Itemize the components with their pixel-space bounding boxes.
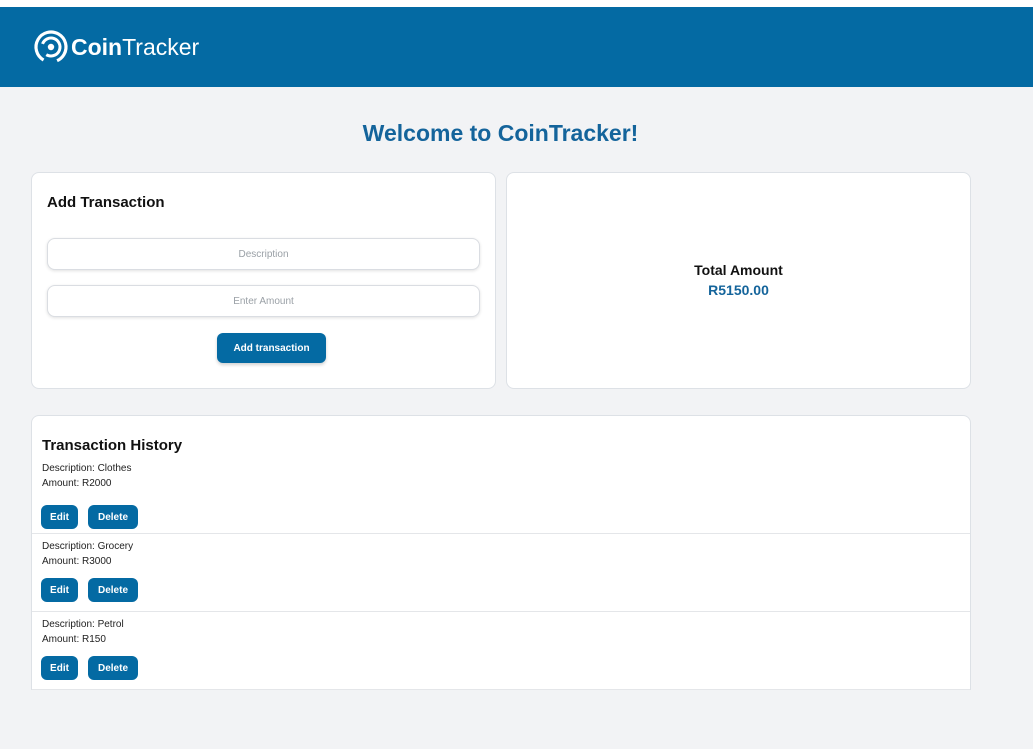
delete-button[interactable]: Delete <box>88 505 138 529</box>
transaction-amount: Amount: R3000 <box>42 556 112 567</box>
transaction-description: Description: Petrol <box>42 619 124 630</box>
delete-button[interactable]: Delete <box>88 578 138 602</box>
app-header: CoinTracker <box>0 7 1033 87</box>
transaction-description: Description: Clothes <box>42 463 132 474</box>
transaction-amount: Amount: R2000 <box>42 478 112 489</box>
edit-button[interactable]: Edit <box>41 505 78 529</box>
brand-name: CoinTracker <box>71 29 199 65</box>
add-transaction-button[interactable]: Add transaction <box>217 333 326 363</box>
amount-input[interactable] <box>47 285 480 317</box>
transaction-amount: Amount: R150 <box>42 634 106 645</box>
edit-button[interactable]: Edit <box>41 656 78 680</box>
total-amount-card: Total Amount R5150.00 <box>506 172 971 389</box>
transaction-item: Description: Clothes Amount: R2000 Edit … <box>32 461 970 534</box>
add-transaction-title: Add Transaction <box>47 194 165 211</box>
transaction-item: Description: Grocery Amount: R3000 Edit … <box>32 534 970 612</box>
coin-spiral-icon <box>33 29 69 65</box>
total-amount-value: R5150.00 <box>708 282 769 298</box>
total-amount-box: Total Amount R5150.00 <box>507 262 970 299</box>
transaction-history-card: Transaction History Description: Clothes… <box>31 415 971 690</box>
transaction-history-title: Transaction History <box>42 437 183 454</box>
transaction-item: Description: Petrol Amount: R150 Edit De… <box>32 612 970 690</box>
edit-button[interactable]: Edit <box>41 578 78 602</box>
delete-button[interactable]: Delete <box>88 656 138 680</box>
brand-name-rest: Tracker <box>122 34 200 60</box>
add-transaction-card: Add Transaction Add transaction <box>31 172 496 389</box>
logo[interactable]: CoinTracker <box>33 29 199 65</box>
description-input[interactable] <box>47 238 480 270</box>
page: CoinTracker Welcome to CoinTracker! Add … <box>0 7 1033 749</box>
total-amount-label: Total Amount <box>694 262 783 278</box>
transaction-description: Description: Grocery <box>42 541 134 552</box>
page-title: Welcome to CoinTracker! <box>362 120 639 146</box>
brand-name-bold: Coin <box>71 34 123 60</box>
